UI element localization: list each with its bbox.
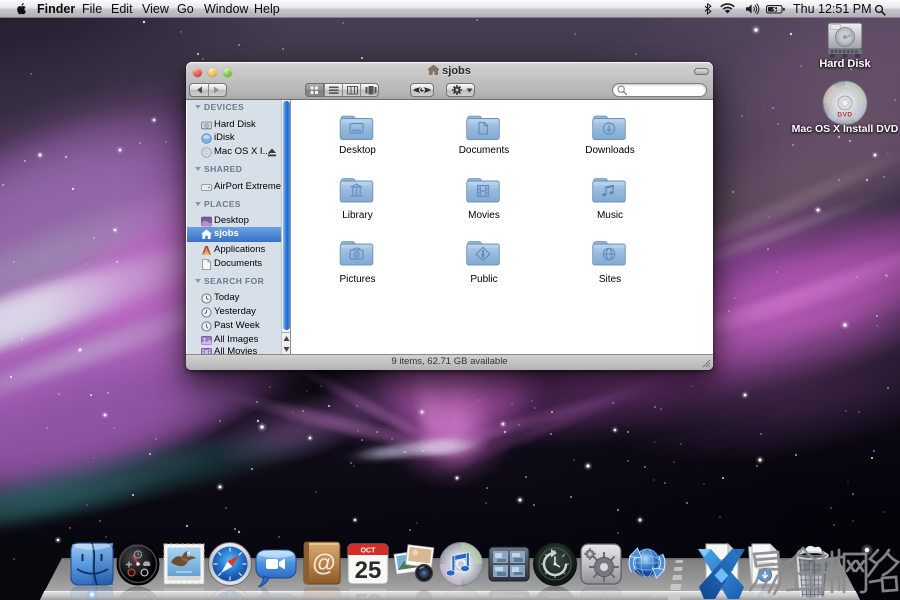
svg-text:@: @ [312,550,335,577]
svg-text:OCT: OCT [361,548,377,555]
svg-text:25: 25 [355,557,382,584]
svg-text:DVD: DVD [837,112,852,119]
